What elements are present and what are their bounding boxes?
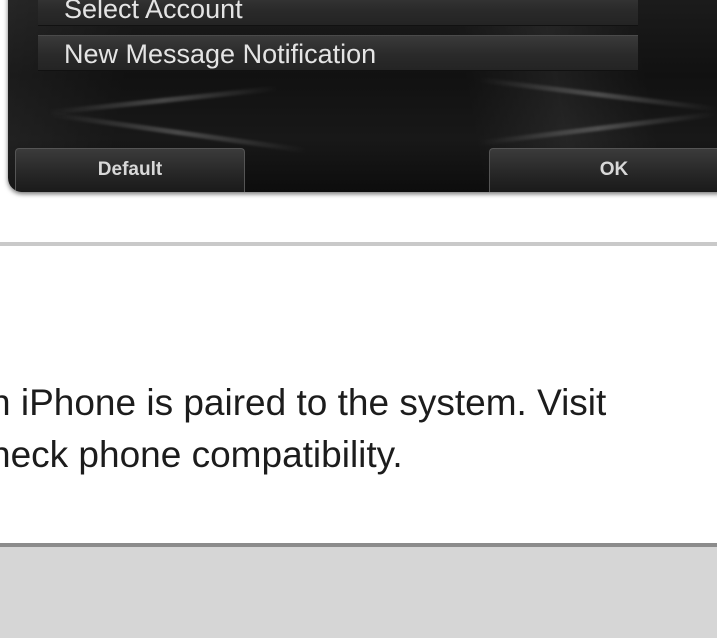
background-streak [478, 111, 717, 146]
menu-item-new-message-notification[interactable]: New Message Notification [38, 35, 638, 71]
display-screen: Select Account New Message Notification … [8, 0, 717, 192]
background-streak [478, 77, 717, 112]
ok-button[interactable]: OK [489, 148, 717, 192]
note-text-line: n iPhone is paired to the system. Visit [0, 382, 607, 423]
menu-item-select-account[interactable]: Select Account [38, 0, 638, 26]
divider [0, 242, 717, 246]
default-button[interactable]: Default [15, 148, 245, 192]
note-text-line: heck phone compatibility. [0, 434, 403, 475]
background-streak [48, 111, 308, 154]
footer-band [0, 547, 717, 638]
background-streak [48, 85, 278, 116]
